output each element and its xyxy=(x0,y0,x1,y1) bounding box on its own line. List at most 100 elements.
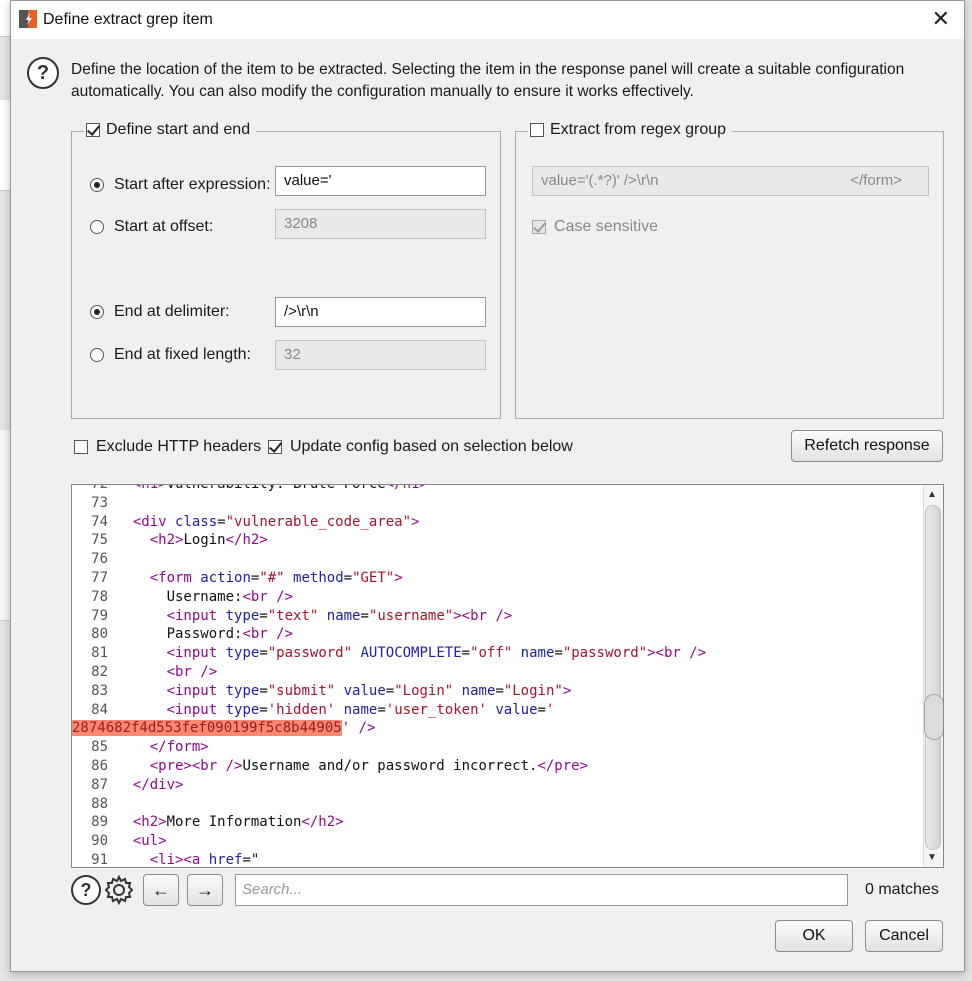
code-token: "vulnerable_code_area" xyxy=(225,513,412,530)
extract-grep-dialog: Define extract grep item ✕ ? Define the … xyxy=(10,0,965,972)
code-token: = xyxy=(495,682,504,699)
line-number: 74 xyxy=(91,513,108,530)
cancel-button[interactable]: Cancel xyxy=(865,920,943,952)
code-line: 2874682f4d553fef090199f5c8b44905' /> xyxy=(72,719,706,738)
code-line: 84 <input type='hidden' name='user_token… xyxy=(72,701,706,720)
refetch-response-button[interactable]: Refetch response xyxy=(791,430,943,462)
line-number: 77 xyxy=(91,569,108,586)
code-token: Vulnerability: Brute Force xyxy=(166,484,386,492)
vertical-scrollbar[interactable]: ▲ ▼ xyxy=(923,485,943,867)
line-number: 83 xyxy=(91,682,108,699)
end-delimiter-label: End at delimiter: xyxy=(114,303,230,320)
code-line: 74 <div class="vulnerable_code_area"> xyxy=(72,513,706,532)
scroll-up-icon[interactable]: ▲ xyxy=(927,489,937,500)
code-line: 75 <h2>Login</h2> xyxy=(72,531,706,550)
code-text: <h2>Login</h2> xyxy=(116,531,268,550)
code-line: 73 xyxy=(72,494,706,513)
regex-group-checkbox[interactable] xyxy=(530,123,544,137)
code-token: method xyxy=(293,569,344,586)
burp-logo-icon xyxy=(19,10,37,28)
gear-icon[interactable] xyxy=(103,874,135,906)
code-token: "Login" xyxy=(503,682,563,699)
end-fixed-radio[interactable] xyxy=(90,348,104,362)
code-text: <div class="vulnerable_code_area"> xyxy=(116,513,420,532)
code-token: = xyxy=(259,682,268,699)
code-token: Username: xyxy=(116,588,243,605)
code-token: "username" xyxy=(368,607,454,624)
code-token: href xyxy=(208,851,243,868)
code-token: <br /> xyxy=(166,663,218,680)
code-line: 83 <input type="submit" value="Login" na… xyxy=(72,682,706,701)
code-line: 90 <ul> xyxy=(72,832,706,851)
update-config-checkbox[interactable] xyxy=(268,440,282,454)
search-input[interactable]: Search... xyxy=(235,874,848,906)
line-number: 81 xyxy=(91,645,108,662)
scroll-down-icon[interactable]: ▼ xyxy=(927,852,937,863)
start-after-label: Start after expression: xyxy=(114,176,271,193)
code-token: =" xyxy=(242,851,260,868)
define-start-end-label: Define start and end xyxy=(106,121,251,138)
code-token: </h2> xyxy=(301,814,344,831)
code-token: <input xyxy=(166,682,226,699)
code-text: <ul> xyxy=(116,832,167,851)
arrow-right-icon[interactable]: → xyxy=(187,874,223,906)
code-text: Username:<br /> xyxy=(116,588,293,607)
code-token: /> xyxy=(358,720,376,737)
line-number: 88 xyxy=(91,795,108,812)
code-token: <input xyxy=(166,645,226,662)
search-help-icon[interactable]: ? xyxy=(71,875,101,905)
end-delimiter-input[interactable]: />\r\n xyxy=(275,297,486,327)
start-after-radio[interactable] xyxy=(90,178,104,192)
code-token: > xyxy=(394,569,403,586)
code-token: = xyxy=(360,607,369,624)
end-delimiter-radio[interactable] xyxy=(90,305,104,319)
regex-legend: Extract from regex group xyxy=(528,121,733,139)
code-text: Password:<br /> xyxy=(116,625,293,644)
response-editor[interactable]: 72 <h1>Vulnerability: Brute Force</h1> 73… xyxy=(71,484,944,868)
regex-group: Extract from regex group value='(.*?)' /… xyxy=(515,121,944,419)
ok-button[interactable]: OK xyxy=(775,920,853,952)
line-number: 76 xyxy=(91,551,108,568)
line-number: 75 xyxy=(91,532,108,549)
code-text: <input type="text" name="username"><br /… xyxy=(116,607,513,626)
code-token: <pre><br /> xyxy=(149,757,243,774)
case-sensitive-label: Case sensitive xyxy=(554,218,659,235)
code-token: name xyxy=(343,701,378,718)
end-fixed-input: 32 xyxy=(275,340,486,370)
code-token: type xyxy=(225,682,260,699)
code-token: "text" xyxy=(267,607,319,624)
line-number: 86 xyxy=(91,757,108,774)
close-icon[interactable]: ✕ xyxy=(932,6,950,32)
code-token: value xyxy=(343,682,386,699)
start-after-input[interactable]: value=' xyxy=(275,166,486,196)
define-start-end-checkbox[interactable] xyxy=(86,123,100,137)
update-config-label: Update config based on selection below xyxy=(290,438,573,455)
exclude-headers-checkbox[interactable] xyxy=(74,440,88,454)
code-token: "submit" xyxy=(267,682,336,699)
response-code: 72 <h1>Vulnerability: Brute Force</h1> 73… xyxy=(72,484,706,868)
code-text: <form action="#" method="GET"> xyxy=(116,569,403,588)
line-number: 85 xyxy=(91,739,108,756)
scroll-thumb[interactable] xyxy=(924,694,943,740)
title-bar: Define extract grep item ✕ xyxy=(11,1,964,39)
code-text: <pre><br />Username and/or password inco… xyxy=(116,757,588,776)
code-text: <input type='hidden' name='user_token' v… xyxy=(116,701,555,720)
code-token: name xyxy=(520,645,555,662)
code-token: = xyxy=(385,682,395,699)
code-text: <br /> xyxy=(116,663,218,682)
line-number: 73 xyxy=(91,494,108,511)
scroll-track[interactable] xyxy=(924,505,943,850)
start-offset-radio[interactable] xyxy=(90,220,104,234)
arrow-left-icon[interactable]: ← xyxy=(143,874,179,906)
code-token: value xyxy=(495,701,538,718)
exclude-headers-row: Exclude HTTP headers xyxy=(74,438,261,456)
line-number: 80 xyxy=(91,626,108,643)
